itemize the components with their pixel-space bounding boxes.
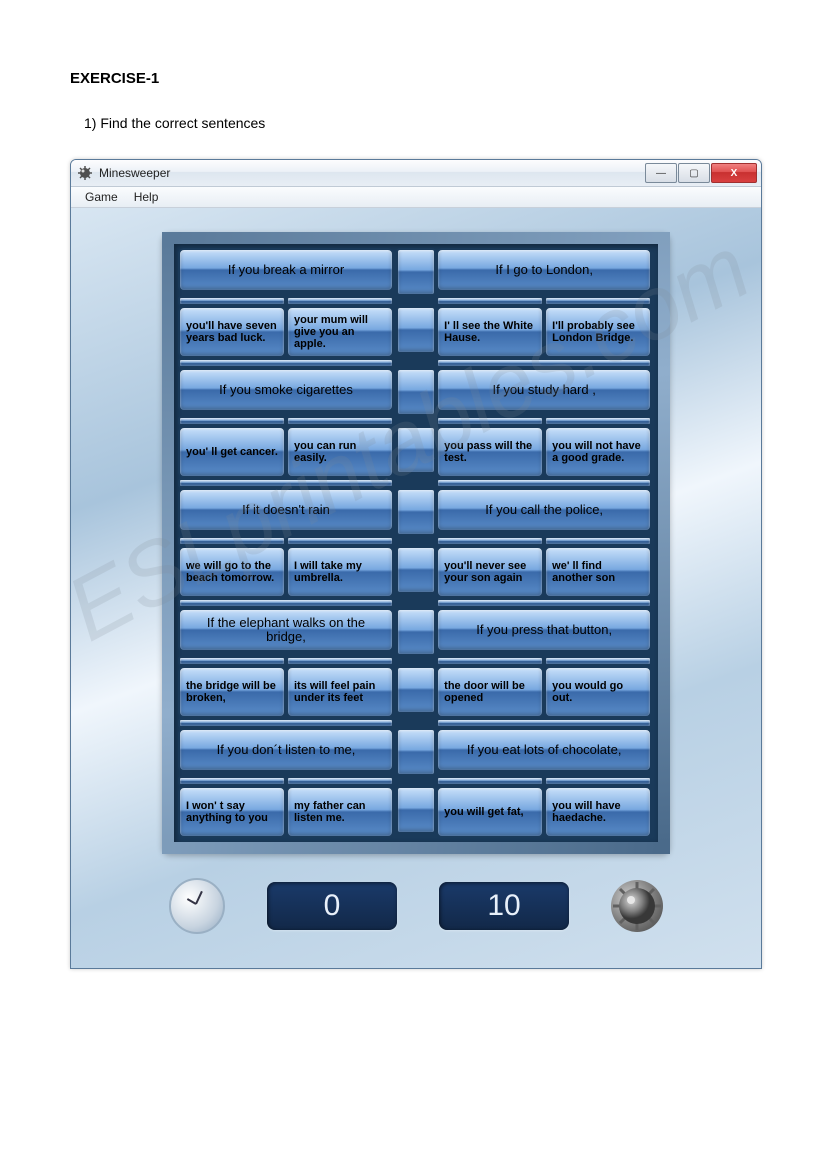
mine-icon bbox=[611, 880, 663, 932]
spacer-tile[interactable] bbox=[396, 488, 436, 536]
time-counter: 0 bbox=[267, 882, 397, 930]
answer-tile[interactable]: I won' t say anything to you bbox=[178, 786, 286, 838]
answer-tile[interactable]: the door will be opened bbox=[436, 666, 544, 718]
condition-tile[interactable]: If you call the police, bbox=[436, 488, 652, 532]
condition-tile[interactable]: If I go to London, bbox=[436, 248, 652, 292]
spacer-tile[interactable] bbox=[396, 608, 436, 656]
answer-tile[interactable]: we' ll find another son bbox=[544, 546, 652, 598]
condition-tile[interactable]: If you study hard , bbox=[436, 368, 652, 412]
mine-counter: 10 bbox=[439, 882, 569, 930]
answer-tile[interactable]: you will get fat, bbox=[436, 786, 544, 838]
spacer-tile[interactable] bbox=[396, 248, 436, 296]
window-title: Minesweeper bbox=[99, 166, 644, 180]
condition-tile[interactable]: If the elephant walks on the bridge, bbox=[178, 608, 394, 652]
menu-game[interactable]: Game bbox=[77, 188, 126, 206]
spacer-tile[interactable] bbox=[396, 306, 436, 354]
spacer-tile[interactable] bbox=[396, 728, 436, 776]
exercise-instruction: 1) Find the correct sentences bbox=[84, 115, 766, 131]
answer-tile[interactable]: you'll have seven years bad luck. bbox=[178, 306, 286, 358]
clock-icon bbox=[169, 878, 225, 934]
condition-tile[interactable]: If you don´t listen to me, bbox=[178, 728, 394, 772]
condition-tile[interactable]: If you break a mirror bbox=[178, 248, 394, 292]
answer-tile[interactable]: I'll probably see London Bridge. bbox=[544, 306, 652, 358]
condition-tile[interactable]: If you eat lots of chocolate, bbox=[436, 728, 652, 772]
answer-tile[interactable]: your mum will give you an apple. bbox=[286, 306, 394, 358]
answer-tile[interactable]: you can run easily. bbox=[286, 426, 394, 478]
app-icon bbox=[77, 165, 93, 181]
menu-help[interactable]: Help bbox=[126, 188, 167, 206]
condition-tile[interactable]: If you smoke cigarettes bbox=[178, 368, 394, 412]
answer-tile[interactable]: I' ll see the White Hause. bbox=[436, 306, 544, 358]
answer-tile[interactable]: we will go to the beach tomorrow. bbox=[178, 546, 286, 598]
spacer-tile[interactable] bbox=[396, 786, 436, 834]
window-controls: — ▢ X bbox=[644, 163, 757, 183]
answer-tile[interactable]: the bridge will be broken, bbox=[178, 666, 286, 718]
game-board: If you break a mirror If I go to London, y… bbox=[162, 232, 670, 854]
condition-tile[interactable]: If you press that button, bbox=[436, 608, 652, 652]
spacer-tile[interactable] bbox=[396, 426, 436, 474]
answer-tile[interactable]: you would go out. bbox=[544, 666, 652, 718]
answer-tile[interactable]: my father can listen me. bbox=[286, 786, 394, 838]
answer-tile[interactable]: I will take my umbrella. bbox=[286, 546, 394, 598]
minimize-button[interactable]: — bbox=[645, 163, 677, 183]
answer-tile[interactable]: its will feel pain under its feet bbox=[286, 666, 394, 718]
answer-tile[interactable]: you will have haedache. bbox=[544, 786, 652, 838]
answer-tile[interactable]: you will not have a good grade. bbox=[544, 426, 652, 478]
condition-tile[interactable]: If it doesn't rain bbox=[178, 488, 394, 532]
answer-tile[interactable]: you'll never see your son again bbox=[436, 546, 544, 598]
document-page: EXERCISE-1 1) Find the correct sentences… bbox=[0, 0, 826, 1009]
close-button[interactable]: X bbox=[711, 163, 757, 183]
board-grid: If you break a mirror If I go to London, y… bbox=[178, 248, 654, 838]
menubar: Game Help bbox=[71, 187, 761, 208]
spacer-tile[interactable] bbox=[396, 368, 436, 416]
titlebar: Minesweeper — ▢ X bbox=[71, 160, 761, 187]
maximize-button[interactable]: ▢ bbox=[678, 163, 710, 183]
spacer-tile[interactable] bbox=[396, 546, 436, 594]
answer-tile[interactable]: you pass will the test. bbox=[436, 426, 544, 478]
status-bar: 0 10 bbox=[117, 878, 715, 934]
spacer-tile[interactable] bbox=[396, 666, 436, 714]
answer-tile[interactable]: you' ll get cancer. bbox=[178, 426, 286, 478]
exercise-title: EXERCISE-1 bbox=[70, 70, 766, 87]
client-area: ESLprintables.com If you break a mirrorI… bbox=[71, 208, 761, 968]
app-window: Minesweeper — ▢ X Game Help ESLprintable… bbox=[70, 159, 762, 969]
